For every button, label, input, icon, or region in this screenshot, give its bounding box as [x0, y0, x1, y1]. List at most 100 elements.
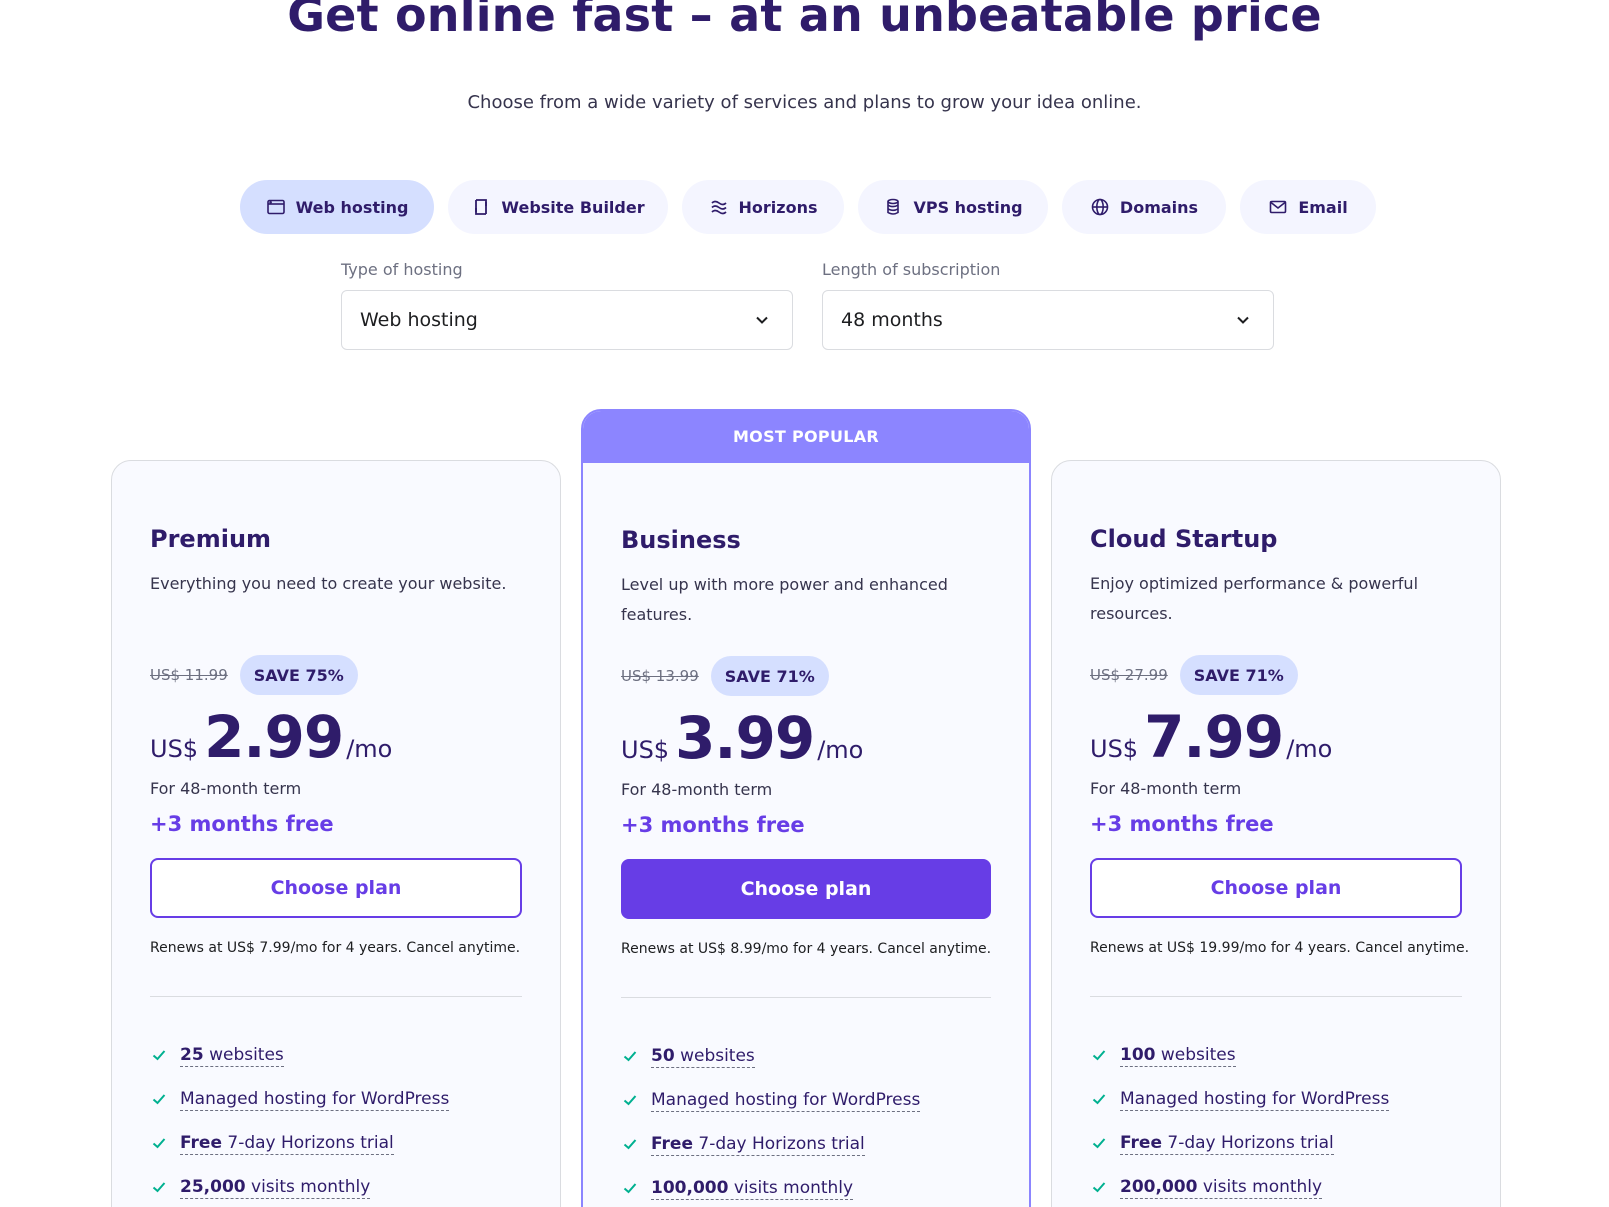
divider — [1090, 996, 1462, 997]
subscription-length-select[interactable]: 48 months — [822, 290, 1274, 350]
feature-text[interactable]: 100 websites — [1120, 1044, 1236, 1067]
chevron-down-icon — [756, 316, 768, 324]
globe-icon — [1090, 197, 1110, 217]
feature-text[interactable]: 25 websites — [180, 1044, 284, 1067]
price-currency: US$ — [1090, 735, 1139, 763]
subscription-length-label: Length of subscription — [822, 260, 1001, 279]
check-icon — [621, 1179, 639, 1197]
feature-text[interactable]: 25,000 visits monthly — [180, 1176, 371, 1199]
subscription-length-field: Length of subscription 48 months — [822, 260, 1274, 350]
hosting-type-select[interactable]: Web hosting — [341, 290, 793, 350]
feature-item: Managed hosting for WordPress — [1090, 1077, 1462, 1121]
feature-text[interactable]: 50 websites — [651, 1045, 755, 1068]
hosting-type-label: Type of hosting — [341, 260, 463, 279]
price: US$ 3.99 /mo — [621, 704, 991, 774]
bonus-text: +3 months free — [150, 812, 334, 836]
feature-item: Free 7-day Horizons trial — [150, 1121, 522, 1165]
check-icon — [150, 1046, 168, 1064]
old-price: US$ 13.99 — [621, 667, 699, 685]
envelope-icon — [1268, 197, 1288, 217]
check-icon — [1090, 1178, 1108, 1196]
check-icon — [1090, 1046, 1108, 1064]
plan-card-business: MOST POPULAR Business Level up with more… — [581, 409, 1031, 1207]
tab-label: Email — [1298, 197, 1348, 217]
check-icon — [150, 1090, 168, 1108]
price-period: /mo — [346, 735, 393, 763]
feature-item: Managed hosting for WordPress — [621, 1078, 991, 1122]
hosting-type-value: Web hosting — [360, 309, 478, 331]
feature-list: 50 websites Managed hosting for WordPres… — [621, 1034, 991, 1207]
plan-name: Premium — [150, 525, 272, 553]
price-amount: 2.99 — [204, 703, 344, 771]
renewal-note: Renews at US$ 7.99/mo for 4 years. Cance… — [150, 940, 521, 956]
plan-description: Level up with more power and enhanced fe… — [621, 575, 948, 624]
tab-email[interactable]: Email — [1240, 180, 1376, 234]
chevron-down-icon — [1237, 316, 1249, 324]
tab-domains[interactable]: Domains — [1062, 180, 1226, 234]
plan-description: Enjoy optimized performance & powerful r… — [1090, 574, 1419, 623]
divider — [621, 997, 991, 998]
old-price: US$ 11.99 — [150, 666, 228, 684]
plan-card-cloud-startup: Cloud Startup Enjoy optimized performanc… — [1051, 460, 1501, 1207]
feature-item: Free 7-day Horizons trial — [621, 1122, 991, 1166]
check-icon — [621, 1091, 639, 1109]
pricing-page: Get online fast – at an unbeatable price… — [0, 0, 1609, 1207]
tab-vps-hosting[interactable]: VPS hosting — [858, 180, 1048, 234]
price-period: /mo — [1286, 735, 1333, 763]
feature-item: 50 websites — [621, 1034, 991, 1078]
check-icon — [1090, 1134, 1108, 1152]
feature-item: Free 7-day Horizons trial — [1090, 1121, 1462, 1165]
feature-text[interactable]: Free 7-day Horizons trial — [651, 1133, 865, 1156]
price-currency: US$ — [621, 736, 670, 764]
browser-window-icon — [266, 197, 286, 217]
tab-label: Website Builder — [501, 197, 645, 217]
feature-text[interactable]: Managed hosting for WordPress — [180, 1088, 450, 1111]
feature-text[interactable]: Free 7-day Horizons trial — [180, 1132, 394, 1155]
tab-horizons[interactable]: Horizons — [682, 180, 844, 234]
tab-website-builder[interactable]: Website Builder — [448, 180, 668, 234]
feature-item: 100 websites — [1090, 1033, 1462, 1077]
tab-label: Domains — [1119, 197, 1199, 217]
price-period: /mo — [817, 736, 864, 764]
feature-text[interactable]: 100,000 visits monthly — [651, 1177, 854, 1200]
bonus-text: +3 months free — [621, 813, 805, 837]
check-icon — [621, 1047, 639, 1065]
divider — [150, 996, 522, 997]
plan-description: Everything you need to create your websi… — [150, 574, 507, 593]
feature-item: 200,000 visits monthly — [1090, 1165, 1462, 1207]
tab-label: VPS hosting — [913, 197, 1023, 217]
feature-text[interactable]: 200,000 visits monthly — [1120, 1176, 1323, 1199]
page-subtitle: Choose from a wide variety of services a… — [467, 92, 1142, 113]
feature-text[interactable]: Managed hosting for WordPress — [651, 1089, 921, 1112]
check-icon — [1090, 1090, 1108, 1108]
tab-label: Web hosting — [295, 197, 409, 217]
page-title: Get online fast – at an unbeatable price — [287, 0, 1322, 42]
price-amount: 7.99 — [1144, 703, 1284, 771]
term-text: For 48-month term — [621, 780, 773, 799]
price-amount: 3.99 — [675, 704, 815, 772]
feature-text[interactable]: Free 7-day Horizons trial — [1120, 1132, 1334, 1155]
bonus-text: +3 months free — [1090, 812, 1274, 836]
price: US$ 2.99 /mo — [150, 703, 522, 773]
feature-item: 25 websites — [150, 1033, 522, 1077]
hosting-type-field: Type of hosting Web hosting — [341, 260, 793, 350]
save-badge: SAVE 71% — [1179, 655, 1298, 695]
check-icon — [150, 1178, 168, 1196]
price-currency: US$ — [150, 735, 199, 763]
feature-item: 25,000 visits monthly — [150, 1165, 522, 1207]
most-popular-badge: MOST POPULAR — [583, 411, 1029, 463]
term-text: For 48-month term — [1090, 779, 1242, 798]
feature-text[interactable]: Managed hosting for WordPress — [1120, 1088, 1390, 1111]
tab-label: Horizons — [738, 197, 818, 217]
renewal-note: Renews at US$ 8.99/mo for 4 years. Cance… — [621, 941, 992, 957]
old-price: US$ 27.99 — [1090, 666, 1168, 684]
save-badge: SAVE 71% — [710, 656, 829, 696]
choose-plan-button[interactable]: Choose plan — [621, 859, 991, 919]
tab-web-hosting[interactable]: Web hosting — [240, 180, 434, 234]
choose-plan-button[interactable]: Choose plan — [1090, 858, 1462, 918]
feature-list: 100 websites Managed hosting for WordPre… — [1090, 1033, 1462, 1207]
database-icon — [883, 197, 903, 217]
check-icon — [621, 1135, 639, 1153]
choose-plan-button[interactable]: Choose plan — [150, 858, 522, 918]
subscription-length-value: 48 months — [841, 309, 943, 331]
